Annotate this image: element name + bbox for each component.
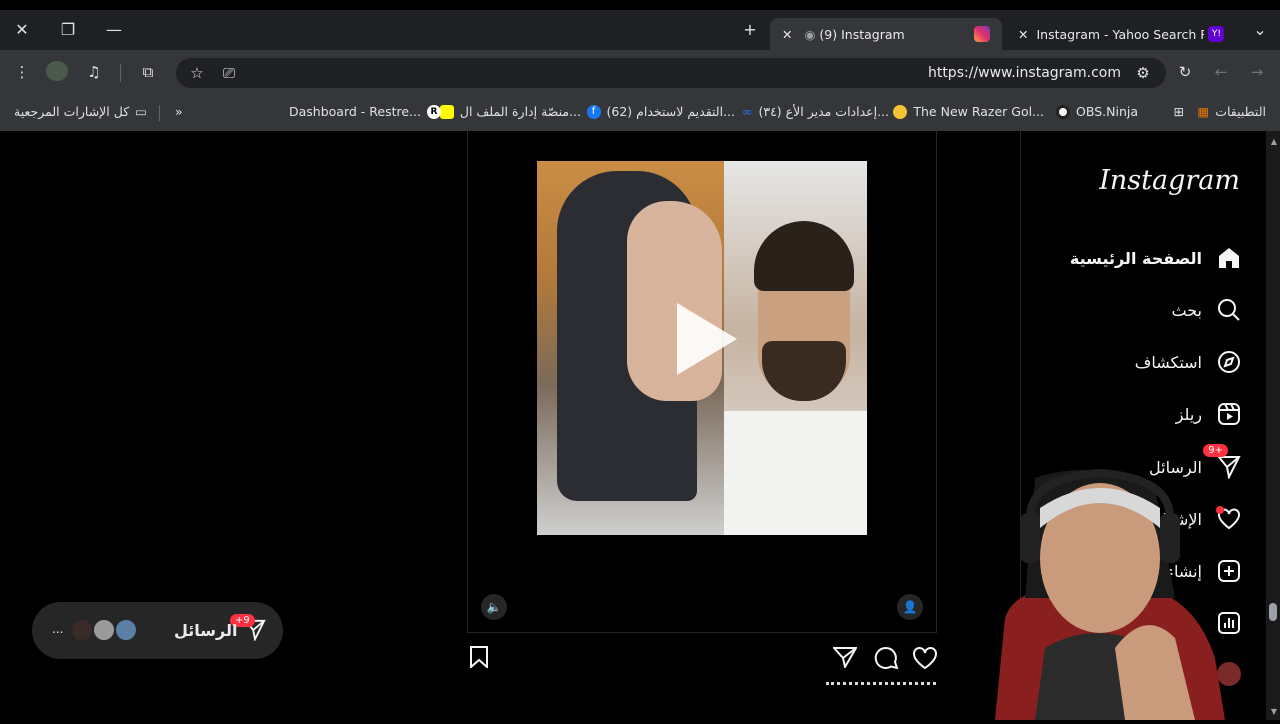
restore-window-button[interactable]: ❐	[57, 20, 79, 40]
media-control-icon[interactable]: ♫	[83, 62, 105, 82]
volume-icon[interactable]: 🔈	[481, 594, 507, 620]
instagram-logo[interactable]: Instagram	[1099, 165, 1240, 196]
back-arrow-icon[interactable]: ←	[1210, 62, 1232, 82]
nav-label: ريلز	[1175, 404, 1202, 424]
forward-arrow-icon[interactable]: →	[1246, 62, 1268, 82]
nav-search[interactable]: بحث	[1172, 297, 1243, 323]
bookmark-snapchat[interactable]: منصّة إدارة الملف ال...	[439, 104, 581, 119]
nav-label: بحث	[1171, 300, 1203, 320]
yahoo-favicon-icon: Y!	[1208, 26, 1225, 42]
avatar	[70, 618, 94, 642]
nav-reels[interactable]: ريلز	[1176, 401, 1242, 427]
bookmark-obs-ninja[interactable]: OBS.Ninja	[1056, 104, 1138, 119]
site-settings-icon[interactable]: ⚙	[1132, 63, 1154, 83]
more-avatars-text: ...	[52, 622, 64, 636]
bookmark-label: (62) التقديم لاستخدام...	[606, 104, 736, 119]
bookmark-label: كل الإشارات المرجعية	[14, 104, 130, 119]
razer-icon	[893, 104, 908, 119]
snapchat-icon	[439, 104, 454, 119]
reload-icon[interactable]: ↻	[1174, 62, 1196, 82]
messages-pill[interactable]: +9 الرسائل ...	[32, 602, 283, 659]
bookmark-meta[interactable]: ∞ (٣٤) إعدادات مدير الأع...	[742, 104, 889, 119]
bookmark-apps[interactable]: ▦ التطبيقات	[1197, 104, 1266, 119]
save-bookmark-icon[interactable]	[469, 646, 489, 672]
url-text[interactable]: https://www.instagram.com	[928, 65, 1121, 81]
tab-label: Instagram - Yahoo Search Resul	[1036, 26, 1204, 42]
share-icon[interactable]	[831, 646, 858, 672]
messages-badge: +9	[1203, 444, 1228, 457]
cast-icon[interactable]: ⎚	[218, 63, 240, 83]
restream-icon: R	[426, 104, 441, 119]
bookmark-tab-groups[interactable]: ⊞	[1174, 104, 1184, 119]
bookmark-facebook[interactable]: f (62) التقديم لاستخدام...	[586, 104, 736, 119]
tab-label: (9) Instagram	[819, 26, 905, 42]
reels-icon	[1216, 401, 1242, 427]
webcam-overlay	[915, 458, 1255, 720]
title-strip	[0, 0, 1280, 10]
folder-icon: ▭	[135, 104, 147, 119]
video-right-pane	[724, 161, 867, 535]
tab-bar: ✕ ❐ — + ✕ ◉ (9) Instagram ✕ Instagram - …	[0, 10, 1280, 50]
tab-instagram[interactable]: ✕ ◉ (9) Instagram	[770, 18, 1002, 50]
avatar	[92, 618, 116, 642]
reel-video[interactable]	[537, 161, 867, 535]
tab-groups-icon: ⊞	[1173, 104, 1184, 119]
bookmarks-bar: ▦ التطبيقات ⊞ OBS.Ninja The New Razer Go…	[0, 95, 1280, 131]
home-icon	[1216, 245, 1242, 271]
page-scrollbar[interactable]: ▲ ▼	[1266, 131, 1280, 720]
new-tab-button[interactable]: +	[739, 20, 761, 40]
menu-kebab-icon[interactable]: ⋮	[11, 62, 33, 82]
omnibox[interactable]: ☆ ⎚ https://www.instagram.com ⚙	[176, 58, 1166, 88]
extensions-icon[interactable]: ⧉	[137, 62, 159, 82]
more-bookmarks-chevron-icon[interactable]: »	[175, 104, 183, 119]
avatar	[114, 618, 138, 642]
instagram-favicon-icon	[974, 26, 990, 42]
bookmarks-divider	[159, 105, 160, 121]
tab-search-chevron-icon[interactable]: ⌄	[1249, 20, 1271, 40]
search-icon	[1216, 297, 1242, 323]
bookmark-label: The New Razer Gol...	[913, 104, 1044, 119]
scroll-down-icon[interactable]: ▼	[1271, 707, 1277, 716]
comment-icon[interactable]	[873, 646, 899, 674]
compass-icon	[1216, 349, 1242, 375]
bookmark-star-icon[interactable]: ☆	[186, 63, 208, 83]
close-window-button[interactable]: ✕	[11, 20, 33, 40]
toolbar-divider	[120, 64, 121, 82]
obs-icon	[1056, 104, 1071, 119]
messages-pill-label: الرسائل	[174, 621, 238, 640]
nav-home[interactable]: الصفحة الرئيسية	[1070, 245, 1242, 271]
nav-label: استكشاف	[1134, 352, 1202, 372]
minimize-window-button[interactable]: —	[103, 20, 125, 40]
tab-close-icon[interactable]: ✕	[1018, 27, 1028, 42]
browser-toolbar: ⋮ ♫ ⧉ ☆ ⎚ https://www.instagram.com ⚙ ↻ …	[0, 50, 1280, 95]
bookmark-label: OBS.Ninja	[1076, 104, 1138, 119]
meta-icon: ∞	[742, 104, 753, 119]
bookmark-razer[interactable]: The New Razer Gol...	[893, 104, 1044, 119]
bookmark-label: منصّة إدارة الملف ال...	[459, 104, 581, 119]
tab-audio-icon: ◉	[804, 26, 816, 42]
nav-explore[interactable]: استكشاف	[1135, 349, 1242, 375]
tab-yahoo[interactable]: ✕ Instagram - Yahoo Search Resul Y!	[1006, 18, 1238, 50]
bookmark-label: Dashboard - Restre...	[289, 104, 421, 119]
scroll-thumb[interactable]	[1269, 603, 1277, 621]
instagram-page: 🔈 👤 Instagram الصفحة الرئيسية بحث استكشا…	[0, 131, 1280, 720]
nav-label: الصفحة الرئيسية	[1069, 248, 1202, 268]
apps-grid-icon: ▦	[1197, 104, 1210, 119]
scroll-up-icon[interactable]: ▲	[1271, 137, 1277, 146]
tab-close-icon[interactable]: ✕	[782, 27, 792, 42]
bookmark-all-bookmarks[interactable]: كل الإشارات المرجعية ▭	[14, 104, 147, 119]
play-icon[interactable]	[677, 303, 737, 375]
bookmark-label: التطبيقات	[1215, 104, 1266, 119]
bookmark-label: (٣٤) إعدادات مدير الأع...	[758, 104, 889, 119]
bookmark-restream[interactable]: Dashboard - Restre... R	[289, 104, 441, 119]
facebook-icon: f	[586, 104, 601, 119]
profile-avatar[interactable]	[46, 61, 68, 81]
